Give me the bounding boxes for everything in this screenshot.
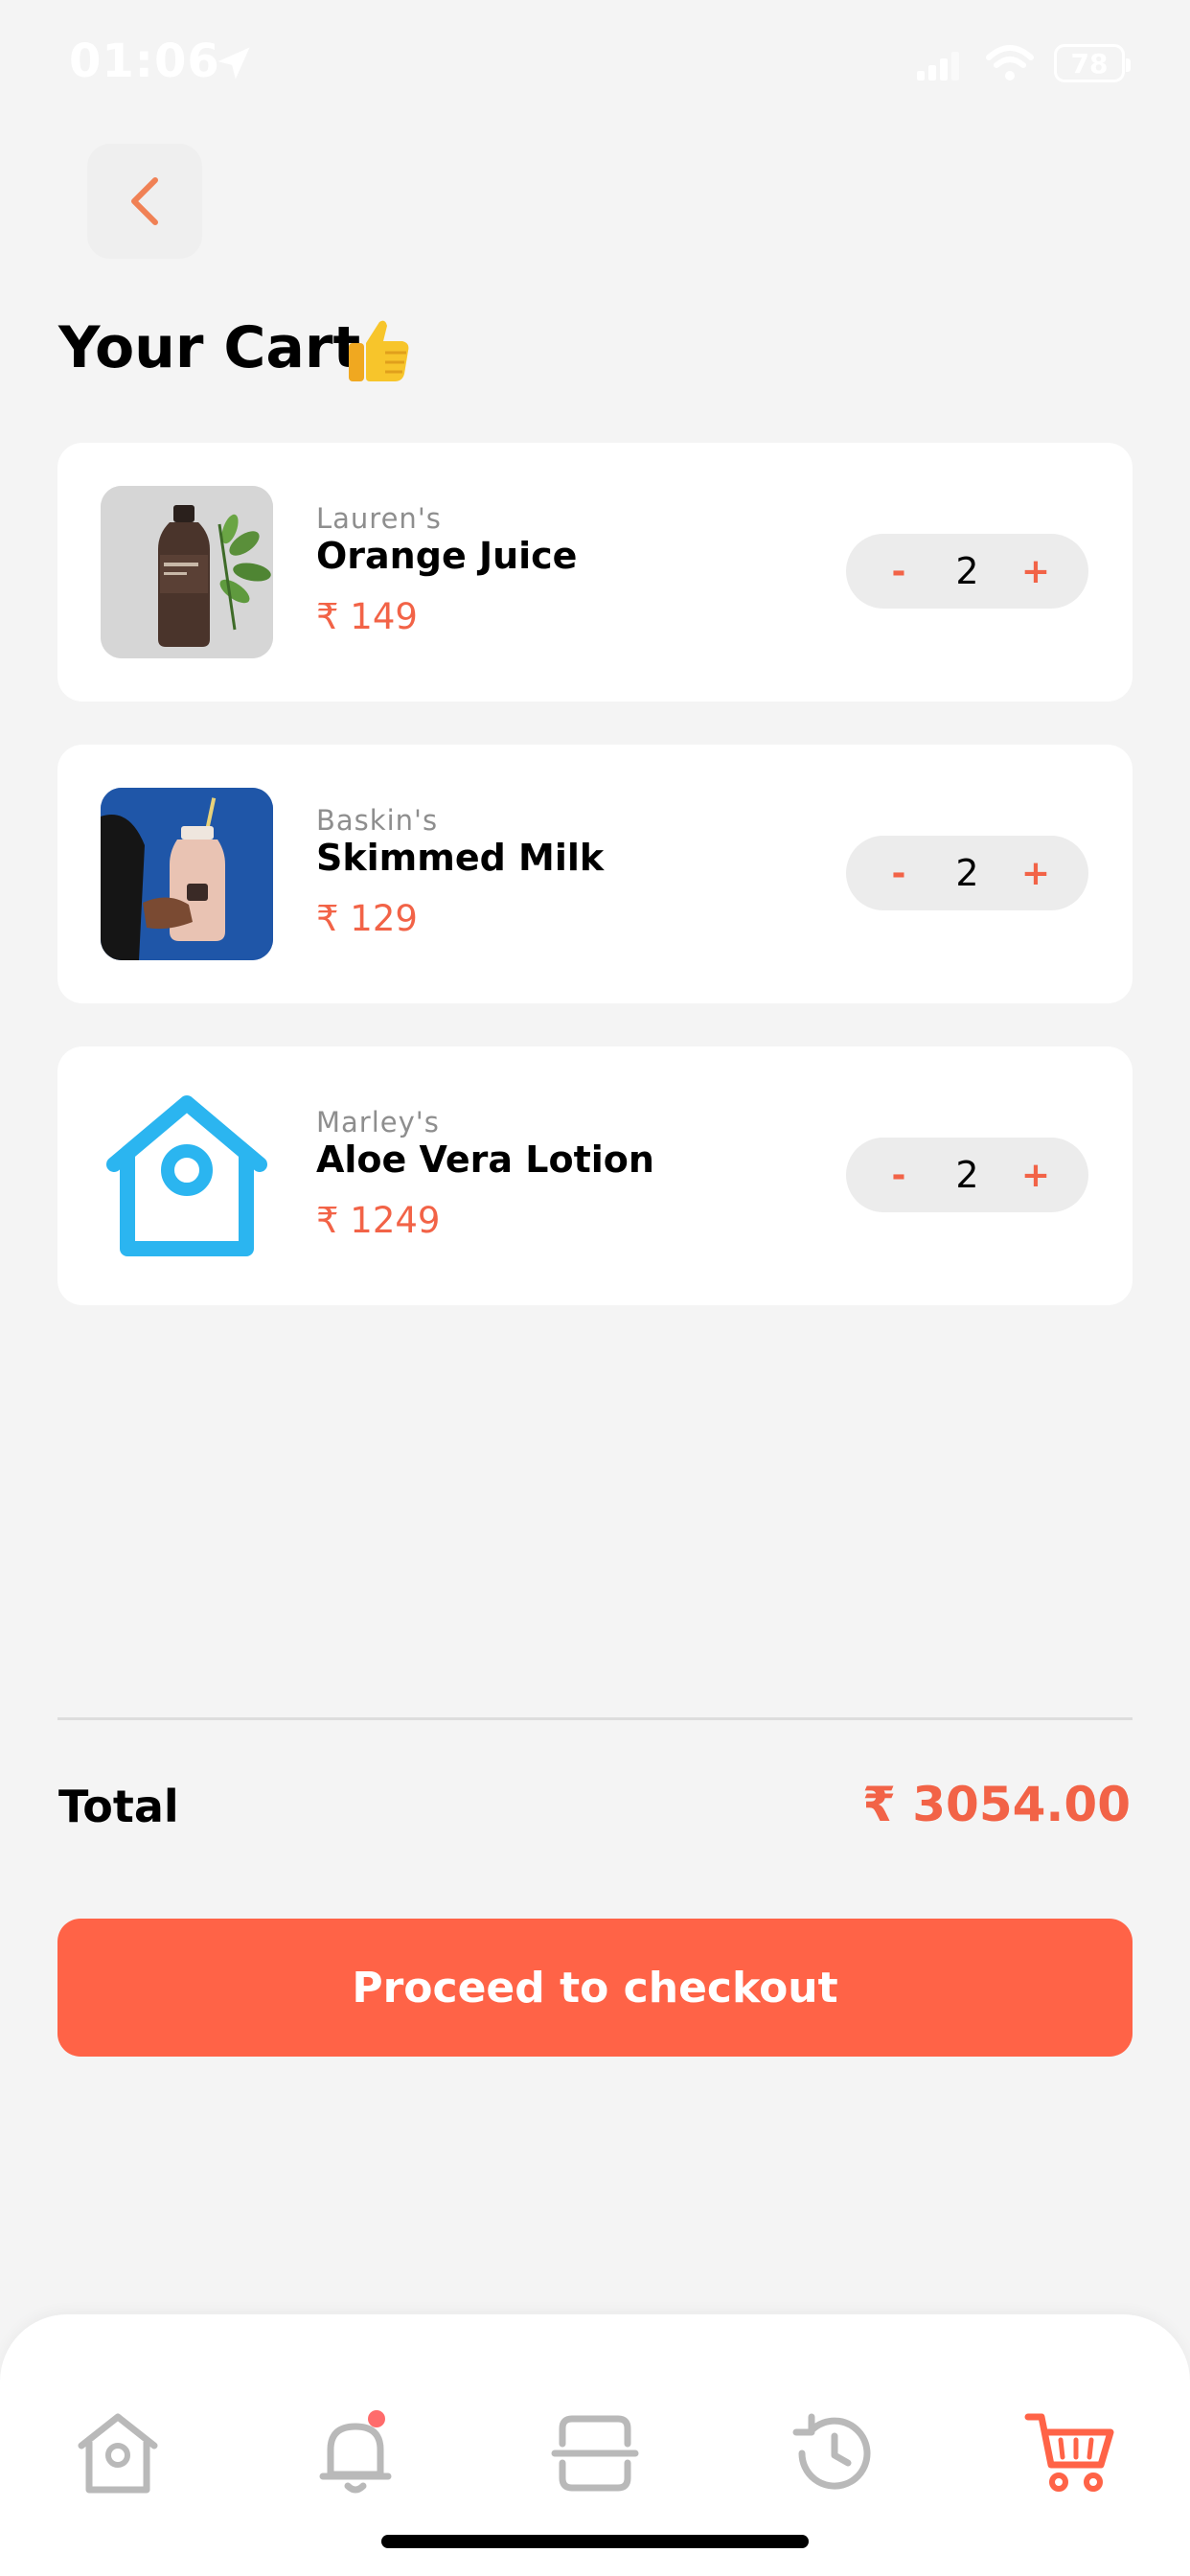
product-brand: Marley's xyxy=(316,1106,440,1138)
cart-icon xyxy=(1024,2413,1114,2492)
home-icon xyxy=(78,2413,158,2494)
decrease-quantity-button[interactable]: - xyxy=(865,534,932,609)
chevron-left-icon xyxy=(131,177,158,225)
product-price: ₹ 1249 xyxy=(316,1200,441,1241)
milk-bottle-image xyxy=(101,788,273,960)
nav-scan[interactable] xyxy=(542,2401,648,2506)
quantity-value: 2 xyxy=(955,550,979,592)
bell-icon xyxy=(319,2410,392,2494)
product-name: Skimmed Milk xyxy=(316,837,605,879)
nav-cart[interactable] xyxy=(1018,2401,1123,2506)
scan-icon xyxy=(551,2415,639,2492)
checkout-button[interactable]: Proceed to checkout xyxy=(57,1919,1133,2057)
nav-home[interactable] xyxy=(65,2401,171,2506)
battery-indicator: 78 xyxy=(1054,44,1131,82)
quantity-stepper: - 2 + xyxy=(846,1138,1088,1212)
product-name: Aloe Vera Lotion xyxy=(316,1138,654,1181)
house-placeholder-icon xyxy=(106,1095,267,1256)
quantity-stepper: - 2 + xyxy=(846,836,1088,910)
product-brand: Baskin's xyxy=(316,804,439,837)
back-button[interactable] xyxy=(87,144,202,259)
total-value: ₹ 3054.00 xyxy=(862,1777,1131,1832)
juice-bottle-image xyxy=(101,486,273,658)
quantity-value: 2 xyxy=(955,852,979,894)
history-icon xyxy=(792,2413,871,2490)
increase-quantity-button[interactable]: + xyxy=(1002,836,1069,910)
quantity-stepper: - 2 + xyxy=(846,534,1088,609)
summary-divider xyxy=(57,1717,1133,1720)
product-brand: Lauren's xyxy=(316,502,442,535)
quantity-value: 2 xyxy=(955,1154,979,1196)
location-arrow-icon xyxy=(217,47,250,80)
wifi-icon xyxy=(986,45,1034,80)
product-image xyxy=(101,788,273,960)
product-price: ₹ 149 xyxy=(316,596,418,637)
nav-history[interactable] xyxy=(780,2401,885,2506)
increase-quantity-button[interactable]: + xyxy=(1002,534,1069,609)
status-time: 01:06 xyxy=(69,34,220,88)
cart-screen: 01:06 78 Your Cart Lauren's Orange Juice… xyxy=(0,0,1190,2576)
product-image xyxy=(101,486,273,658)
product-image xyxy=(101,1090,273,1262)
product-price: ₹ 129 xyxy=(316,898,418,939)
nav-notifications[interactable] xyxy=(303,2401,408,2506)
total-label: Total xyxy=(58,1781,179,1832)
decrease-quantity-button[interactable]: - xyxy=(865,836,932,910)
home-indicator xyxy=(381,2535,809,2548)
thumbs-up-icon xyxy=(349,320,409,381)
status-bar: 01:06 78 xyxy=(0,0,1190,125)
cart-item: Marley's Aloe Vera Lotion ₹ 1249 - 2 + xyxy=(57,1046,1133,1305)
decrease-quantity-button[interactable]: - xyxy=(865,1138,932,1212)
battery-level: 78 xyxy=(1070,47,1109,80)
cart-item: Lauren's Orange Juice ₹ 149 - 2 + xyxy=(57,443,1133,702)
cart-item: Baskin's Skimmed Milk ₹ 129 - 2 + xyxy=(57,745,1133,1003)
signal-icon xyxy=(917,52,959,80)
product-name: Orange Juice xyxy=(316,535,578,577)
increase-quantity-button[interactable]: + xyxy=(1002,1138,1069,1212)
page-title: Your Cart xyxy=(58,314,361,381)
